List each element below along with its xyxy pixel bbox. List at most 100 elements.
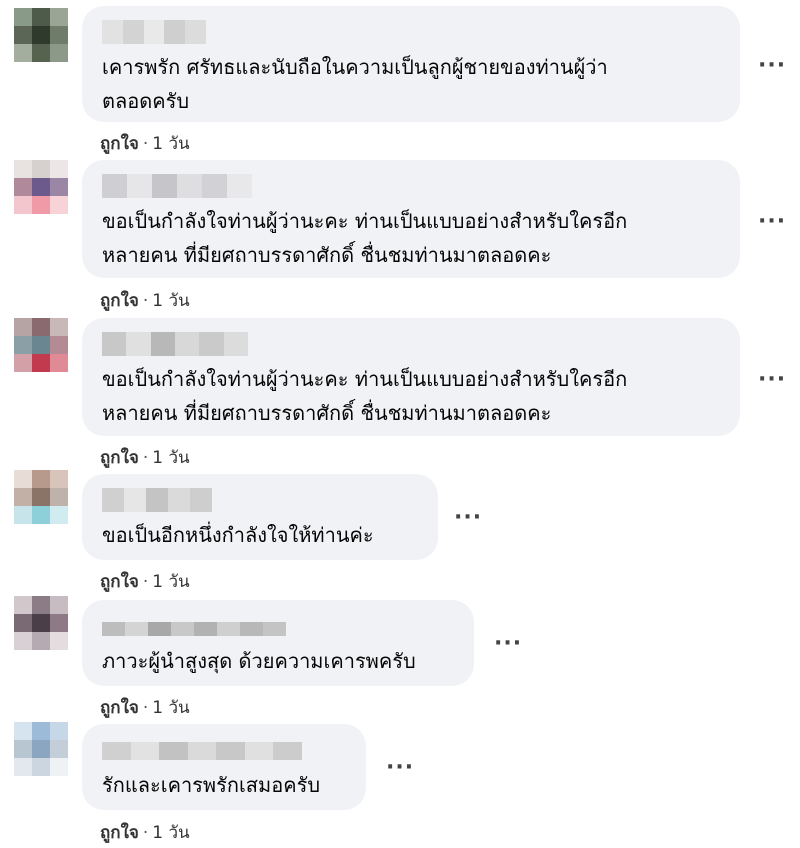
avatar-pixel bbox=[50, 758, 68, 776]
commenter-name-blurred[interactable] bbox=[102, 622, 286, 636]
comment-text-line: ตลอดครับ bbox=[102, 89, 190, 113]
avatar[interactable] bbox=[14, 8, 68, 62]
avatar-pixel bbox=[50, 196, 68, 214]
more-options-button[interactable]: ··· bbox=[454, 507, 482, 529]
comment-text-line: เคารพรัก ศรัทธและนับถือในความเป็นลูกผู้ช… bbox=[102, 55, 608, 79]
commenter-name-blurred[interactable] bbox=[102, 742, 303, 760]
like-button[interactable]: ถูกใจ bbox=[100, 823, 139, 843]
name-pixel bbox=[143, 20, 165, 44]
name-pixel bbox=[126, 332, 151, 356]
avatar-pixel bbox=[14, 336, 32, 354]
avatar-pixel bbox=[50, 632, 68, 650]
like-button[interactable]: ถูกใจ bbox=[100, 448, 139, 468]
avatar-pixel bbox=[14, 178, 32, 196]
timestamp-link[interactable]: 1 วัน bbox=[152, 134, 189, 154]
comment-actions: ถูกใจ · 1 วัน bbox=[100, 444, 190, 471]
comment-text-line: ขอเป็นกำลังใจท่านผู้ว่านะคะ ท่านเป็นแบบอ… bbox=[102, 209, 628, 233]
avatar-pixel bbox=[32, 488, 50, 506]
like-button[interactable]: ถูกใจ bbox=[100, 134, 139, 154]
separator: · bbox=[142, 134, 149, 154]
commenter-name-blurred[interactable] bbox=[102, 20, 206, 44]
name-pixel bbox=[171, 622, 194, 636]
timestamp-link[interactable]: 1 วัน bbox=[152, 823, 189, 843]
avatar[interactable] bbox=[14, 318, 68, 372]
name-pixel bbox=[244, 742, 274, 760]
avatar[interactable] bbox=[14, 470, 68, 524]
comment-text: รักและเคารพรักเสมอครับ bbox=[102, 768, 320, 802]
name-pixel bbox=[148, 622, 171, 636]
comment-actions: ถูกใจ · 1 วัน bbox=[100, 694, 190, 721]
comment-actions: ถูกใจ · 1 วัน bbox=[100, 130, 190, 157]
avatar-pixel bbox=[14, 722, 32, 740]
timestamp-link[interactable]: 1 วัน bbox=[152, 291, 189, 311]
name-pixel bbox=[102, 488, 124, 512]
comment-text-line: ขอเป็นกำลังใจท่านผู้ว่านะคะ ท่านเป็นแบบอ… bbox=[102, 367, 628, 391]
more-options-button[interactable]: ··· bbox=[386, 757, 414, 779]
avatar-pixel bbox=[50, 336, 68, 354]
avatar-pixel bbox=[32, 160, 50, 178]
avatar-pixel bbox=[14, 354, 32, 372]
timestamp-link[interactable]: 1 วัน bbox=[152, 698, 189, 718]
comment-text-line: ขอเป็นอีกหนึ่งกำลังใจให้ท่านค่ะ bbox=[102, 523, 374, 547]
name-pixel bbox=[240, 622, 263, 636]
name-pixel bbox=[216, 742, 245, 760]
avatar[interactable] bbox=[14, 160, 68, 214]
name-pixel bbox=[185, 20, 206, 44]
name-pixel bbox=[223, 332, 248, 356]
comment-actions: ถูกใจ · 1 วัน bbox=[100, 568, 190, 595]
like-button[interactable]: ถูกใจ bbox=[100, 291, 139, 311]
avatar-pixel bbox=[32, 44, 50, 62]
avatar-pixel bbox=[14, 614, 32, 632]
more-options-button[interactable]: ··· bbox=[758, 211, 786, 233]
avatar-pixel bbox=[14, 596, 32, 614]
avatar-pixel bbox=[50, 488, 68, 506]
avatar-pixel bbox=[14, 506, 32, 524]
name-pixel bbox=[124, 488, 146, 512]
avatar-pixel bbox=[32, 614, 50, 632]
comment-bubble: ขอเป็นอีกหนึ่งกำลังใจให้ท่านค่ะ bbox=[82, 474, 438, 560]
name-pixel bbox=[102, 742, 131, 760]
more-options-button[interactable]: ··· bbox=[758, 369, 786, 391]
avatar-pixel bbox=[14, 488, 32, 506]
avatar-pixel bbox=[14, 318, 32, 336]
separator: · bbox=[142, 291, 149, 311]
avatar-pixel bbox=[14, 196, 32, 214]
more-options-button[interactable]: ··· bbox=[758, 55, 786, 77]
avatar-pixel bbox=[50, 160, 68, 178]
name-pixel bbox=[168, 488, 190, 512]
comment-text-line: หลายคน ที่มียศถาบรรดาศักดิ์ ชื่นชมท่านมา… bbox=[102, 243, 552, 267]
commenter-name-blurred[interactable] bbox=[102, 174, 252, 198]
avatar[interactable] bbox=[14, 722, 68, 776]
avatar-pixel bbox=[32, 632, 50, 650]
more-options-button[interactable]: ··· bbox=[494, 633, 522, 655]
avatar-pixel bbox=[32, 336, 50, 354]
separator: · bbox=[142, 698, 149, 718]
avatar-pixel bbox=[50, 26, 68, 44]
separator: · bbox=[142, 448, 149, 468]
timestamp-link[interactable]: 1 วัน bbox=[152, 572, 189, 592]
like-button[interactable]: ถูกใจ bbox=[100, 572, 139, 592]
avatar-pixel bbox=[14, 632, 32, 650]
comment-bubble: ขอเป็นกำลังใจท่านผู้ว่านะคะ ท่านเป็นแบบอ… bbox=[82, 160, 740, 278]
avatar-pixel bbox=[14, 758, 32, 776]
name-pixel bbox=[125, 622, 148, 636]
avatar-pixel bbox=[32, 26, 50, 44]
comment-text: ภาวะผู้นำสูงสุด ด้วยความเคารพครับ bbox=[102, 644, 416, 678]
comment-text-line: ภาวะผู้นำสูงสุด ด้วยความเคารพครับ bbox=[102, 649, 416, 673]
avatar-pixel bbox=[32, 722, 50, 740]
name-pixel bbox=[273, 742, 303, 760]
comment-text: ขอเป็นกำลังใจท่านผู้ว่านะคะ ท่านเป็นแบบอ… bbox=[102, 204, 627, 272]
name-pixel bbox=[146, 488, 168, 512]
avatar-pixel bbox=[50, 722, 68, 740]
like-button[interactable]: ถูกใจ bbox=[100, 698, 139, 718]
timestamp-link[interactable]: 1 วัน bbox=[152, 448, 189, 468]
avatar-pixel bbox=[50, 44, 68, 62]
name-pixel bbox=[130, 742, 160, 760]
comment-text-line: รักและเคารพรักเสมอครับ bbox=[102, 773, 321, 797]
avatar-pixel bbox=[50, 318, 68, 336]
avatar-pixel bbox=[32, 318, 50, 336]
commenter-name-blurred[interactable] bbox=[102, 488, 212, 512]
commenter-name-blurred[interactable] bbox=[102, 332, 248, 356]
avatar[interactable] bbox=[14, 596, 68, 650]
avatar-pixel bbox=[50, 354, 68, 372]
